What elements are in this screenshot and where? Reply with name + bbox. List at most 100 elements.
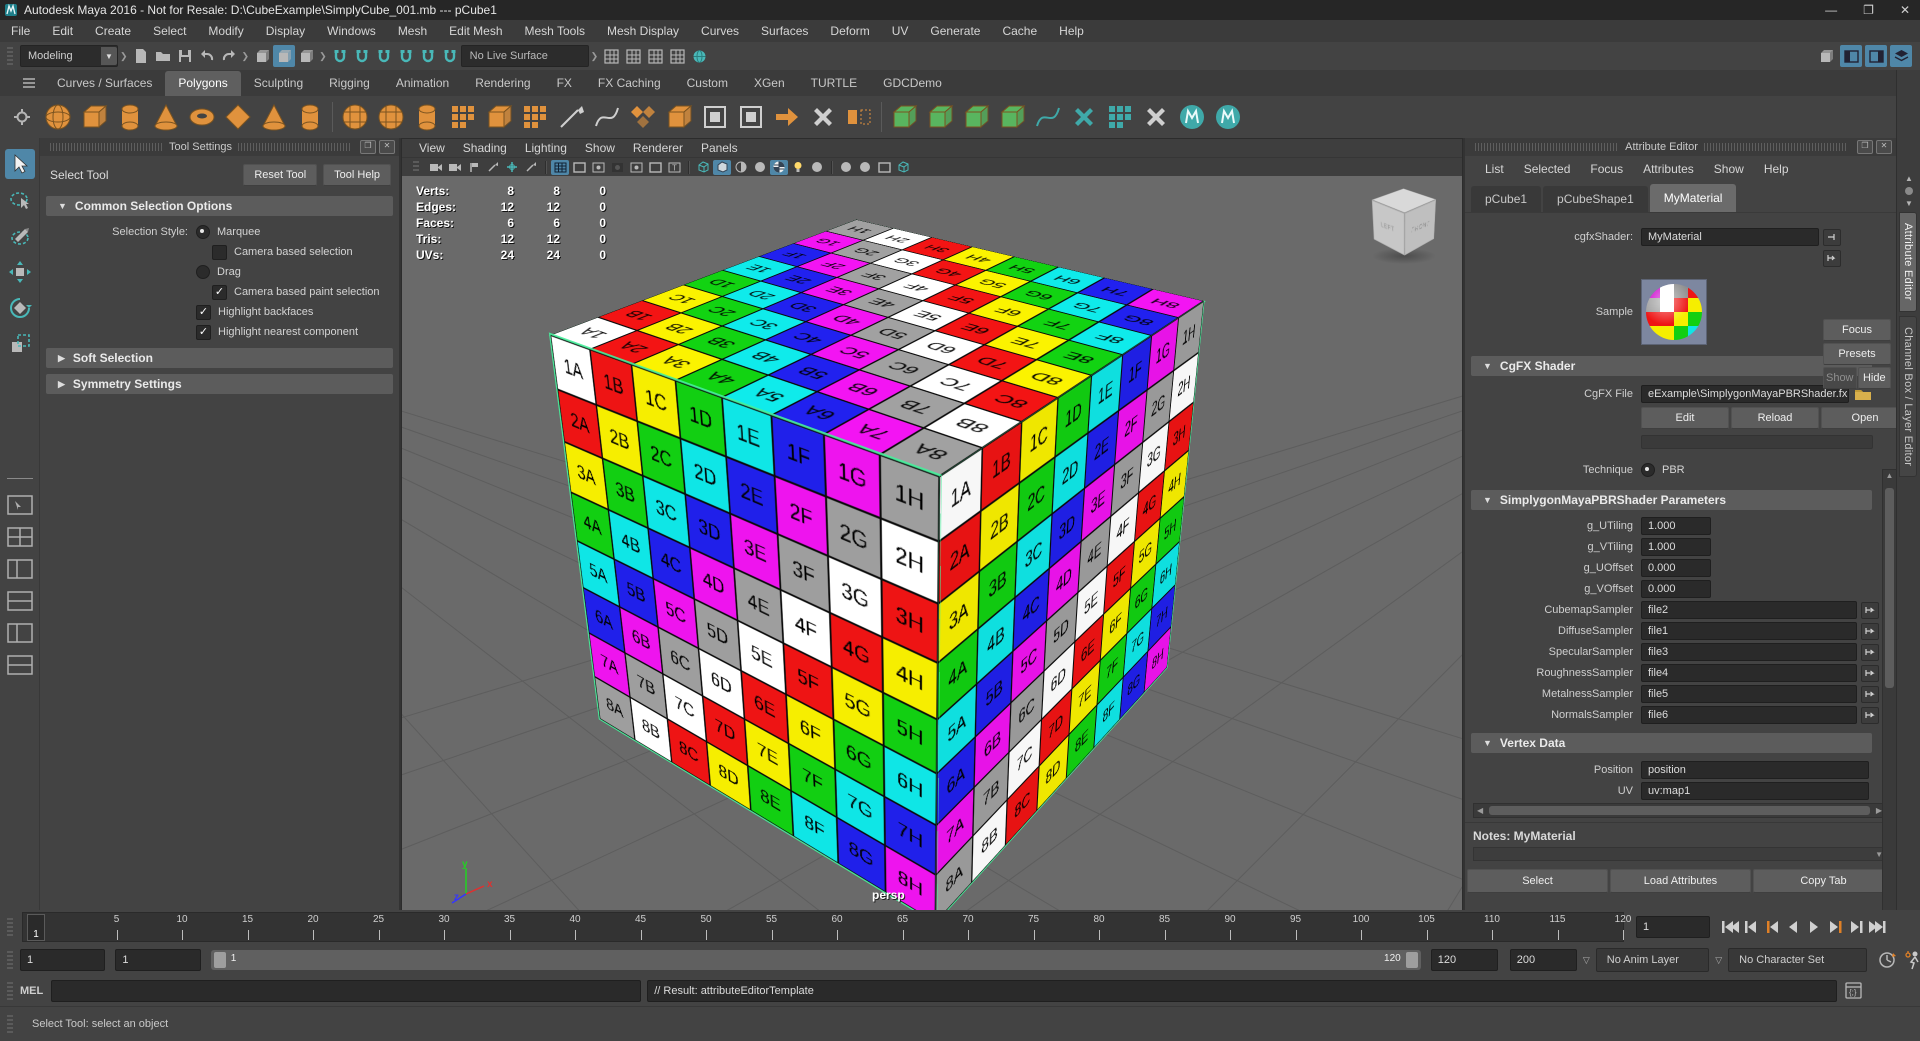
screen-space-ao-icon[interactable] bbox=[837, 160, 855, 175]
smooth-shade-icon[interactable] bbox=[713, 160, 731, 175]
range-end-handle[interactable] bbox=[1406, 952, 1418, 968]
connection-icon[interactable] bbox=[1861, 707, 1879, 724]
menu-mesh-tools[interactable]: Mesh Tools bbox=[514, 20, 596, 42]
use-all-lights-icon[interactable] bbox=[789, 160, 807, 175]
ae-menu-show[interactable]: Show bbox=[1704, 162, 1754, 176]
group-collapse-icon[interactable]: ❯ bbox=[120, 51, 128, 62]
scroll-left-icon[interactable]: ◀ bbox=[1474, 806, 1486, 815]
scroll-down-icon[interactable]: ▼ bbox=[1905, 199, 1913, 208]
isolate-select-icon[interactable] bbox=[875, 160, 893, 175]
resolution-gate-icon[interactable] bbox=[589, 160, 607, 175]
rotate-tool-icon[interactable] bbox=[5, 293, 35, 323]
copy-tab-button[interactable]: Copy Tab bbox=[1753, 869, 1894, 893]
ipr-render-icon[interactable] bbox=[644, 45, 666, 67]
poly-cube2-icon[interactable] bbox=[481, 99, 517, 135]
go-to-start-button[interactable] bbox=[1720, 916, 1739, 938]
current-frame-field[interactable]: 1 bbox=[1636, 916, 1710, 938]
polyPipe-icon[interactable] bbox=[292, 99, 328, 135]
two-pane-stacked-layout-icon[interactable] bbox=[5, 589, 35, 613]
make-not-live-icon[interactable] bbox=[439, 45, 461, 67]
animation-preferences-icon[interactable] bbox=[1904, 950, 1920, 970]
chevron-down-icon[interactable]: ▽ bbox=[1715, 955, 1722, 966]
ae-menu-selected[interactable]: Selected bbox=[1514, 162, 1581, 176]
param-field-cubemapsampler[interactable]: file2 bbox=[1641, 601, 1857, 619]
param-field-g-vtiling[interactable]: 1.000 bbox=[1641, 538, 1711, 556]
play-forwards-button[interactable] bbox=[1804, 916, 1823, 938]
ae-tab-mymaterial[interactable]: MyMaterial bbox=[1650, 184, 1737, 212]
connection-icon[interactable] bbox=[1861, 602, 1879, 619]
menu-select[interactable]: Select bbox=[142, 20, 197, 42]
folder-icon[interactable] bbox=[1854, 387, 1872, 401]
output-connection-icon[interactable] bbox=[1823, 250, 1841, 267]
menu-mesh-display[interactable]: Mesh Display bbox=[596, 20, 690, 42]
viewport-menu-panels[interactable]: Panels bbox=[692, 141, 747, 155]
notes-header[interactable]: Notes: MyMaterial bbox=[1473, 827, 1888, 845]
extrude-icon[interactable] bbox=[661, 99, 697, 135]
character-set-selector[interactable]: No Character Set bbox=[1728, 948, 1867, 972]
close-panel-icon[interactable]: ✕ bbox=[379, 140, 395, 154]
shelf-tab-xgen[interactable]: XGen bbox=[741, 71, 798, 96]
sidebar-tab-attribute-editor[interactable]: Attribute Editor bbox=[1899, 212, 1917, 312]
shelf-tab-sculpting[interactable]: Sculpting bbox=[241, 71, 316, 96]
reset-tool-button[interactable]: Reset Tool bbox=[243, 164, 317, 186]
workspace-icon[interactable] bbox=[1815, 45, 1837, 67]
select-tool-icon[interactable] bbox=[5, 149, 35, 179]
default-material-icon[interactable] bbox=[751, 160, 769, 175]
anim-layer-selector[interactable]: No Anim Layer bbox=[1596, 948, 1709, 972]
reload-button[interactable]: Reload bbox=[1731, 407, 1819, 429]
section-shader-parameters[interactable]: ▼ SimplygonMayaPBRShader Parameters bbox=[1471, 490, 1872, 510]
pencil-curve-icon[interactable] bbox=[553, 99, 589, 135]
select-hierarchy-icon[interactable] bbox=[251, 45, 273, 67]
shelf-tab-gdcdemo[interactable]: GDCDemo bbox=[870, 71, 955, 96]
smooth-icon[interactable] bbox=[769, 99, 805, 135]
param-field-normalssampler[interactable]: file6 bbox=[1641, 706, 1857, 724]
tool-settings-header[interactable]: Tool Settings ❐ ✕ bbox=[40, 138, 399, 156]
xray-icon[interactable] bbox=[894, 160, 912, 175]
attribute-editor-toggle-icon[interactable] bbox=[1865, 45, 1887, 67]
sidebar-tab-channel-box-layer-editor[interactable]: Channel Box / Layer Editor bbox=[1899, 316, 1917, 477]
target-weld-icon[interactable] bbox=[958, 99, 994, 135]
gate-mask-icon[interactable] bbox=[608, 160, 626, 175]
select-camera-icon[interactable] bbox=[427, 160, 445, 175]
shelf-tab-fx[interactable]: FX bbox=[544, 71, 585, 96]
ae-tab-pcube1[interactable]: pCube1 bbox=[1471, 186, 1541, 212]
menu-mesh[interactable]: Mesh bbox=[387, 20, 438, 42]
help-line-grip[interactable] bbox=[7, 1015, 13, 1033]
platonic-icon[interactable] bbox=[373, 99, 409, 135]
new-scene-icon[interactable] bbox=[130, 45, 152, 67]
cgfx-file-field[interactable]: eExample\SimplygonMayaPBRShader.fx bbox=[1641, 385, 1849, 403]
param-field-diffusesampler[interactable]: file1 bbox=[1641, 622, 1857, 640]
go-to-end-button[interactable] bbox=[1867, 916, 1886, 938]
connection-icon[interactable] bbox=[1861, 644, 1879, 661]
menu-set-selector[interactable]: Modeling ▼ bbox=[20, 45, 118, 67]
menu-help[interactable]: Help bbox=[1048, 20, 1095, 42]
chevron-down-icon[interactable]: ▽ bbox=[1583, 955, 1590, 966]
checkbox-camera-based-selection[interactable] bbox=[212, 245, 227, 260]
hide-button[interactable]: Hide bbox=[1858, 367, 1892, 389]
vertical-scrollbar[interactable]: ▲ bbox=[1882, 469, 1897, 939]
group-collapse-icon[interactable]: ❯ bbox=[591, 51, 599, 62]
show-button[interactable]: Show bbox=[1823, 367, 1857, 389]
section-vertex-data[interactable]: ▼ Vertex Data bbox=[1471, 733, 1872, 753]
ae-menu-list[interactable]: List bbox=[1475, 162, 1514, 176]
status-line-grip[interactable] bbox=[7, 47, 13, 65]
polyCone-icon[interactable] bbox=[148, 99, 184, 135]
presets-button[interactable]: Presets bbox=[1823, 343, 1891, 365]
crease-icon[interactable] bbox=[1066, 99, 1102, 135]
scrollbar-thumb[interactable] bbox=[1885, 488, 1894, 688]
horizontal-scrollbar[interactable]: ◀ ▶ bbox=[1473, 803, 1886, 818]
input-connection-icon[interactable] bbox=[1823, 229, 1841, 246]
group-collapse-icon[interactable]: ❯ bbox=[319, 51, 327, 62]
ae-menu-focus[interactable]: Focus bbox=[1580, 162, 1633, 176]
lasso-tool-icon[interactable] bbox=[5, 185, 35, 215]
ae-menu-help[interactable]: Help bbox=[1754, 162, 1799, 176]
film-gate-icon[interactable] bbox=[570, 160, 588, 175]
save-scene-icon[interactable] bbox=[174, 45, 196, 67]
scissors-icon[interactable] bbox=[1138, 99, 1174, 135]
ep-curve-icon[interactable] bbox=[589, 99, 625, 135]
param-field-specularsampler[interactable]: file3 bbox=[1641, 643, 1857, 661]
close-panel-icon[interactable]: ✕ bbox=[1876, 140, 1892, 154]
poly-grid-icon[interactable] bbox=[445, 99, 481, 135]
param-field-roughnesssampler[interactable]: file4 bbox=[1641, 664, 1857, 682]
menu-cache[interactable]: Cache bbox=[991, 20, 1048, 42]
